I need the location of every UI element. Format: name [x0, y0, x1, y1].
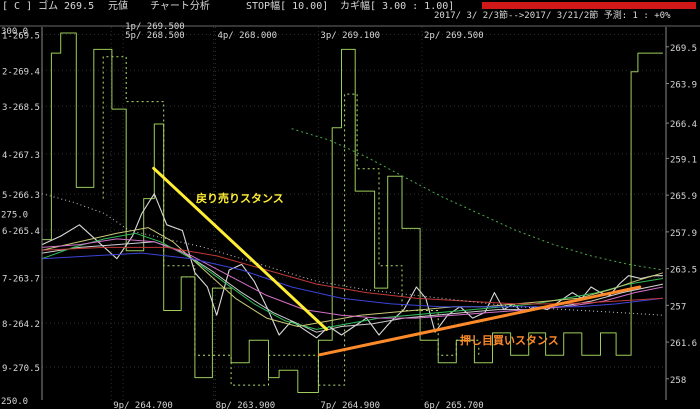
right-tick-label: 263.9: [670, 81, 697, 91]
period-label: 3p/ 269.100: [320, 31, 380, 41]
symbol-label: [ C ] ゴム: [2, 1, 59, 12]
analysis-menu[interactable]: チャート分析: [150, 0, 210, 13]
right-tick-label: 265.9: [670, 192, 697, 202]
right-tick-label: 259.1: [670, 155, 697, 165]
period-label: 9p/ 264.700: [113, 401, 173, 409]
alert-bar: [482, 2, 696, 9]
right-tick-label: 258: [670, 376, 686, 386]
price-readout: 269.5: [64, 1, 95, 12]
price-level-label: 6-265.4: [2, 227, 40, 237]
right-tick-label: 263.5: [670, 266, 697, 276]
price-level-label: 2-269.4: [2, 67, 40, 77]
period-label: 4p/ 268.000: [217, 31, 277, 41]
period-label: 5p/ 268.500: [125, 31, 185, 41]
price-chart: 300.0275.0250.01-269.52-269.43-268.54-26…: [0, 0, 700, 409]
buy-stance-annotation: 押し目買いスタンス: [460, 334, 559, 347]
right-tick-label: 261.6: [670, 339, 697, 349]
left-tick-label: 275.0: [1, 211, 28, 221]
right-tick-label: 269.5: [670, 44, 697, 54]
price-level-label: 7-263.7: [2, 275, 40, 285]
right-tick-label: 257: [670, 302, 686, 312]
period-label: 2p/ 269.500: [424, 31, 484, 41]
left-tick-label: 250.0: [1, 397, 28, 407]
period-label: 8p/ 263.900: [216, 401, 276, 409]
stop-width-setting[interactable]: STOP幅[ 10.00]: [246, 0, 328, 13]
price-level-label: 8-264.2: [2, 320, 40, 330]
price-level-label: 3-268.5: [2, 103, 40, 113]
price-level-label: 4-267.3: [2, 151, 40, 161]
right-tick-label: 266.4: [670, 120, 697, 130]
period-label: 7p/ 264.900: [320, 401, 380, 409]
chart-mode[interactable]: 元値: [108, 0, 128, 13]
period-label: 6p/ 265.700: [424, 401, 484, 409]
price-level-label: 9-270.5: [2, 364, 40, 374]
right-tick-label: 257.9: [670, 229, 697, 239]
price-level-label: 1-269.5: [2, 31, 40, 41]
sell-stance-annotation: 戻り売りスタンス: [196, 192, 284, 205]
price-level-label: 5-266.3: [2, 191, 40, 201]
period-range: 2017/ 3/ 2/3節-->2017/ 3/21/2節 予測: 1 : +0…: [434, 11, 671, 21]
